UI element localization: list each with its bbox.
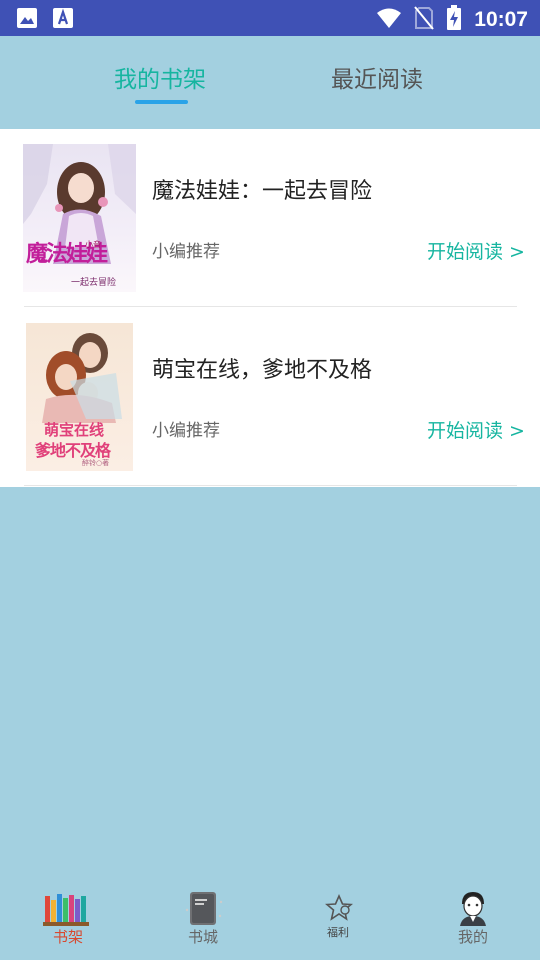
- star-gift-icon: [324, 894, 354, 926]
- battery-charging-icon: [446, 5, 462, 35]
- book-title[interactable]: 萌宝在线，爹地不及格: [152, 352, 372, 384]
- nav-mine-label: 我的: [457, 928, 488, 946]
- divider: [24, 306, 517, 307]
- nav-mine[interactable]: 我的: [438, 890, 508, 952]
- nav-bookshelf-label: 书架: [52, 928, 83, 946]
- tab-active-indicator: [135, 100, 188, 104]
- divider: [24, 485, 517, 486]
- start-reading-button[interactable]: 开始阅读 >: [427, 237, 525, 264]
- bottom-nav: 书架 书城 福利 我的: [0, 880, 540, 960]
- font-download-icon: [52, 7, 74, 33]
- book-list-item[interactable]: 魔法娃娃 小音 一起去冒险 魔法娃娃：一起去冒险 小编推荐 开始阅读 >: [0, 129, 540, 307]
- book-cover[interactable]: 魔法娃娃 小音 一起去冒险: [23, 144, 136, 292]
- wifi-icon: [376, 7, 402, 33]
- status-bar: 10:07: [0, 0, 540, 36]
- tab-recent-reading[interactable]: 最近阅读: [331, 60, 423, 94]
- start-reading-button[interactable]: 开始阅读 >: [427, 416, 525, 443]
- cover-author-seal: 小音: [85, 240, 101, 249]
- nav-book-store-label: 书城: [187, 928, 218, 946]
- no-sim-icon: [414, 6, 435, 34]
- book-title[interactable]: 魔法娃娃：一起去冒险: [152, 173, 372, 205]
- nav-welfare-label: 福利: [327, 926, 349, 939]
- book-recommend-tag: 小编推荐: [152, 242, 220, 262]
- image-icon: [16, 7, 38, 33]
- tab-header: 我的书架 最近阅读: [0, 36, 540, 120]
- nav-bookshelf[interactable]: 书架: [33, 890, 103, 952]
- nav-book-store[interactable]: 书城: [168, 890, 238, 952]
- cover-author: 醉铃○著: [82, 459, 110, 467]
- cover-tagline: 一起去冒险: [71, 278, 117, 288]
- nav-welfare[interactable]: 福利: [303, 890, 373, 952]
- tab-my-bookshelf[interactable]: 我的书架: [114, 60, 206, 94]
- book-recommend-tag: 小编推荐: [152, 421, 220, 441]
- book-cover[interactable]: 萌宝在线 爹地不及格 醉铃○著: [26, 323, 133, 471]
- book-list-item[interactable]: 萌宝在线 爹地不及格 醉铃○著 萌宝在线，爹地不及格 小编推荐 开始阅读 >: [0, 308, 540, 486]
- status-time: 10:07: [474, 8, 528, 31]
- book-list: 魔法娃娃 小音 一起去冒险 魔法娃娃：一起去冒险 小编推荐 开始阅读 > 萌宝在…: [0, 129, 540, 487]
